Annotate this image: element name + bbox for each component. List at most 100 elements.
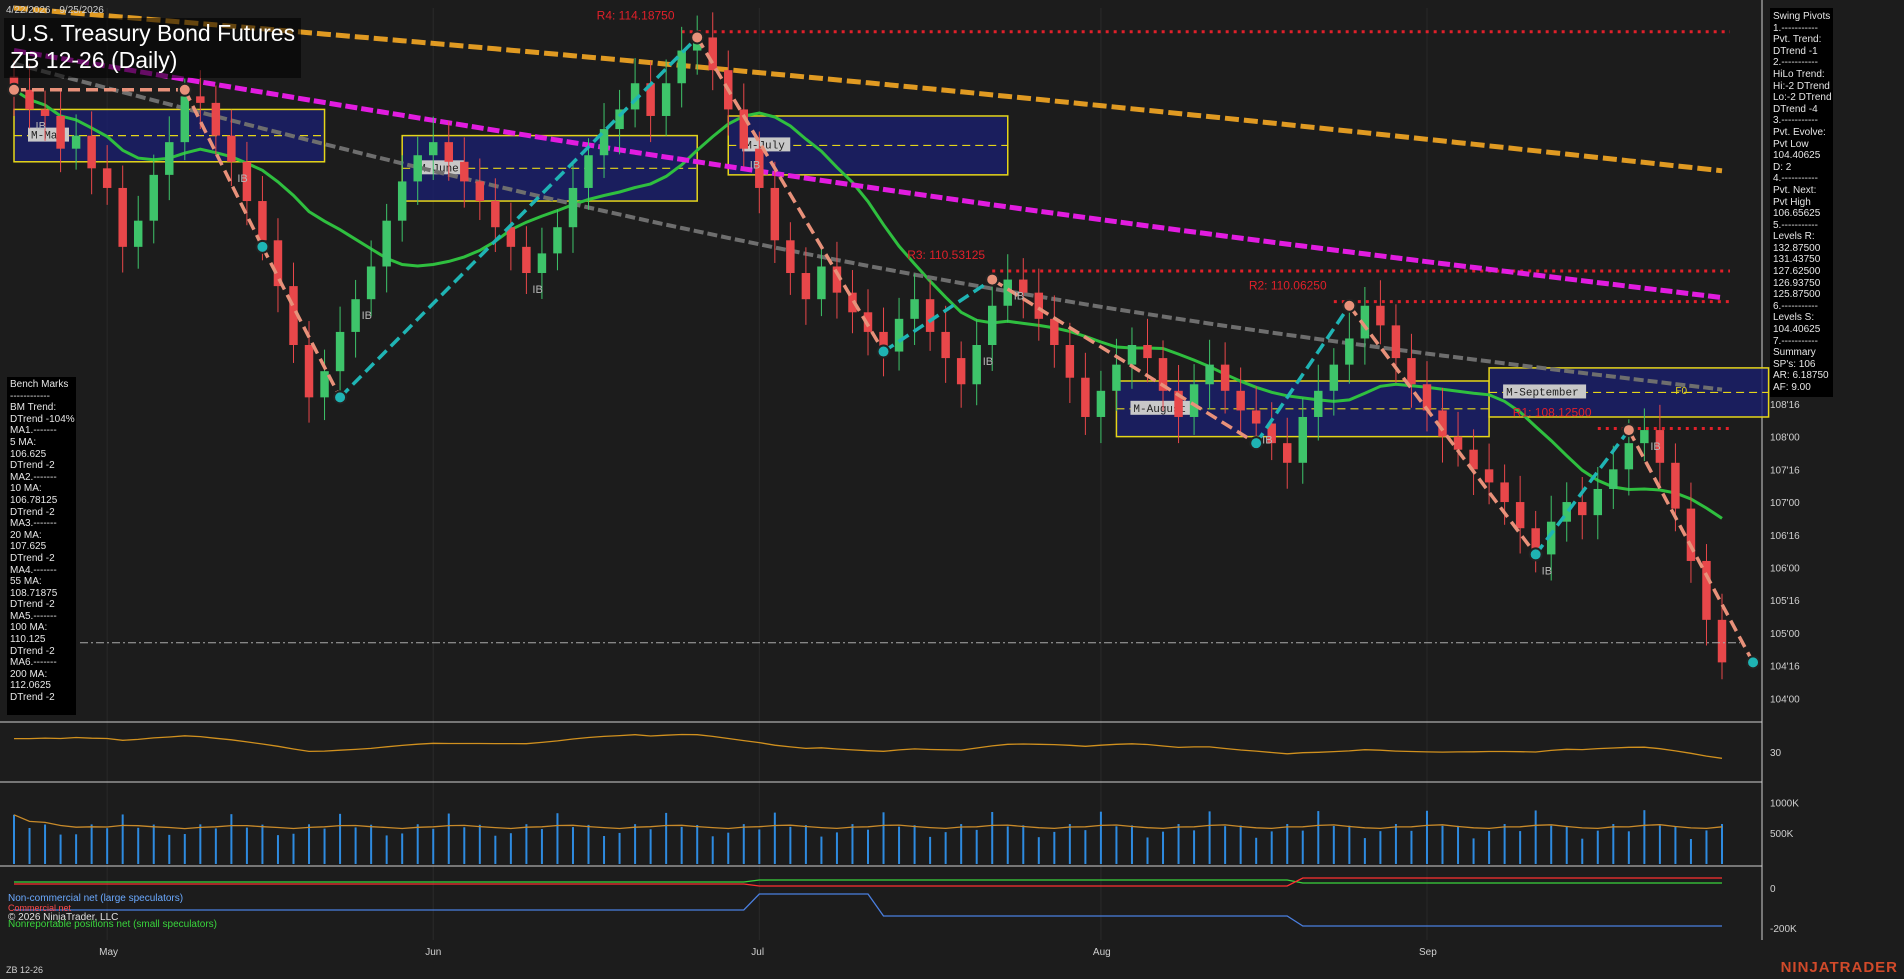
footer-symbol: ZB 12-26: [6, 965, 44, 975]
bench-marks-line: MA3.-------: [10, 518, 57, 530]
candle-body: [584, 155, 593, 188]
ib-label: IB: [362, 310, 372, 322]
swing-pivots-line: Levels S:: [1773, 312, 1815, 324]
chart-canvas[interactable]: M-MayM-JuneM-JulyM-AugustM-September R4:…: [0, 0, 1904, 979]
volume-tick-label: 500K: [1770, 829, 1794, 840]
resistance-label: R2: 110.06250: [1249, 279, 1327, 293]
x-tick-label: Aug: [1093, 947, 1111, 958]
bench-marks-line: DTrend -2: [10, 599, 55, 611]
x-tick-label: May: [99, 947, 118, 958]
resistance-label: R1: 108.12500: [1513, 405, 1592, 419]
candle-body: [1686, 508, 1696, 561]
bench-marks-line: DTrend -2: [10, 506, 55, 518]
candle-body: [1376, 305, 1385, 326]
swing-pivots-panel: Swing Pivots 1.----------- Pvt. Trend: DTre…: [1770, 8, 1833, 397]
candle-body: [1593, 488, 1603, 516]
candle-body: [786, 240, 795, 274]
candle-body: [413, 155, 422, 182]
swing-pivots-line: Pvt. Next:: [1773, 184, 1817, 196]
f0-label: F0: [1675, 386, 1687, 397]
candle-body: [40, 109, 50, 116]
ib-label: IB: [532, 284, 542, 296]
swing-pivots-line: HiLo Trend:: [1773, 68, 1825, 80]
swing-pivots-line: Pvt High: [1773, 196, 1811, 208]
candle-body: [1391, 325, 1401, 359]
chart-title: U.S. Treasury Bond Futures: [10, 20, 296, 46]
ib-label: IB: [983, 356, 993, 368]
pivot-marker: [177, 82, 192, 97]
ib-label: IB: [1542, 565, 1552, 577]
candle-body: [1127, 345, 1137, 365]
candle-body: [770, 187, 780, 241]
candle-body: [1236, 390, 1245, 411]
swing-pivots-line: Levels R:: [1773, 231, 1815, 243]
volume-panel: [13, 810, 1723, 864]
swing-pivots-line: 125.87500: [1773, 289, 1821, 301]
price-tick-label: 107'00: [1770, 498, 1800, 509]
cot-noncommercial-line: [14, 893, 1722, 927]
cot-nonreportable-line: [14, 879, 1722, 884]
bench-marks-line: MA4.-------: [10, 564, 57, 576]
bench-marks-line: Bench Marks: [10, 379, 69, 390]
candle-body: [1298, 416, 1307, 463]
cot-tick-label: 0: [1770, 884, 1776, 895]
candle-body: [366, 266, 376, 300]
candle-body: [1065, 345, 1075, 378]
swing-pivots-line: Pvt. Evolve:: [1773, 126, 1826, 138]
candle-body: [1609, 469, 1618, 489]
ib-label: IB: [1650, 441, 1660, 453]
candle-body: [25, 89, 34, 110]
candle-body: [1081, 377, 1090, 417]
candle-body: [894, 318, 904, 352]
swing-pivots-line: D: 2: [1773, 161, 1792, 173]
swing-pivots-line: AF: 9.00: [1773, 382, 1811, 393]
resistance-label: R3: 110.53125: [907, 248, 985, 262]
candle-body: [1515, 502, 1525, 529]
candle-body: [258, 201, 267, 241]
swing-pivots-line: 132.87500: [1773, 242, 1821, 254]
candle-body: [1407, 358, 1416, 385]
candle-body: [1484, 469, 1494, 483]
candle-body: [1329, 364, 1339, 391]
candle-body: [397, 181, 407, 221]
x-tick-label: Jul: [751, 947, 764, 958]
candle-body: [1220, 364, 1230, 391]
candle-body: [1251, 410, 1261, 424]
swing-pivots-line: 104.40625: [1773, 150, 1821, 162]
candle-body: [817, 266, 826, 300]
ib-label: IB: [237, 173, 247, 185]
price-tick-label: 107'16: [1770, 465, 1800, 476]
candle-body: [553, 227, 562, 254]
bench-marks-line: 10 MA:: [10, 483, 42, 495]
bench-marks-line: MA2.-------: [10, 471, 57, 483]
candle-body: [475, 181, 485, 202]
bench-marks-line: 112.0625: [10, 680, 51, 692]
pivot-marker: [1746, 655, 1761, 670]
candle-body: [1640, 430, 1649, 444]
candle-body: [956, 358, 966, 385]
pivot-marker: [876, 344, 891, 359]
candle-body: [165, 142, 174, 175]
candle-body: [1314, 390, 1323, 417]
candle-body: [102, 168, 112, 188]
candle-body: [1112, 364, 1121, 391]
candle-body: [227, 135, 236, 162]
legend-nonreportable: Nonreportable positions net (small specu…: [8, 919, 217, 930]
price-tick-label: 104'00: [1770, 694, 1800, 705]
resistance-label: R4: 114.18750: [597, 9, 675, 23]
ib-label: IB: [1262, 435, 1272, 447]
swing-segment: [338, 36, 699, 399]
bench-marks-line: 106.625: [10, 448, 47, 460]
swing-pivots-line: Pvt. Trend:: [1773, 34, 1822, 46]
x-tick-label: Sep: [1419, 947, 1437, 958]
candle-body: [1453, 436, 1463, 450]
swing-pivots-line: DTrend -1: [1773, 45, 1818, 57]
candle-body: [1671, 462, 1680, 509]
bench-marks-line: DTrend -2: [10, 645, 55, 657]
price-tick-label: 106'16: [1770, 531, 1800, 542]
swing-pivots-line: SP's: 106: [1773, 358, 1816, 370]
bench-marks-line: MA1.-------: [10, 425, 57, 437]
candle-body: [941, 331, 950, 359]
bench-marks-line: DTrend -2: [10, 460, 55, 472]
chart-subtitle: ZB 12-26 (Daily): [10, 47, 178, 73]
